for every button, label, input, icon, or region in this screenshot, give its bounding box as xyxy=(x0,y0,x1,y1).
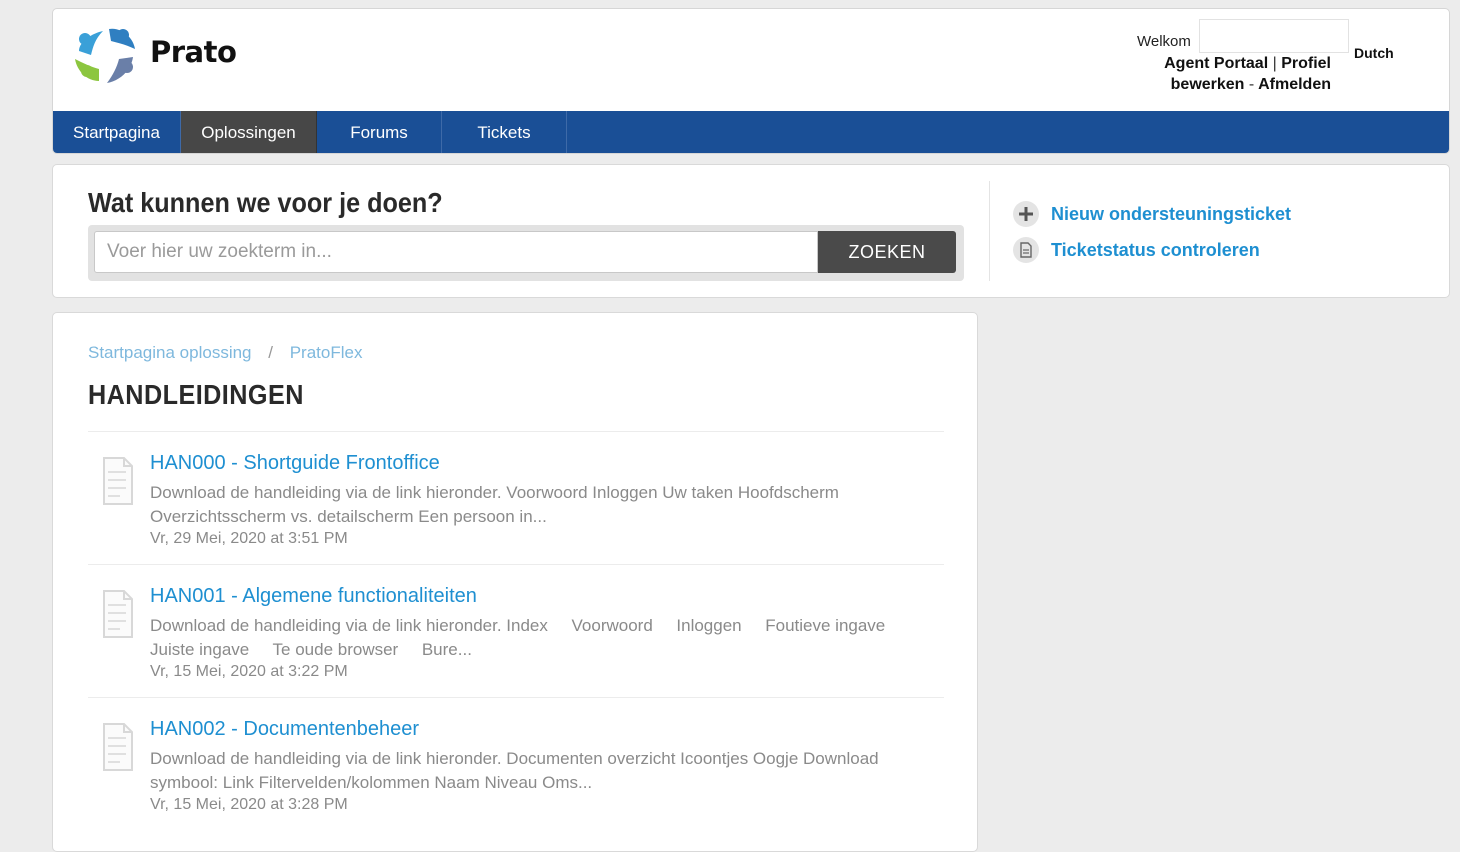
list-item: HAN002 - Documentenbeheer Download de ha… xyxy=(88,697,944,830)
main-nav: Startpagina Oplossingen Forums Tickets xyxy=(53,111,1449,153)
site-header: Prato Welkom Dutch Agent Portaal | Profi… xyxy=(52,8,1450,154)
user-links-separator: | xyxy=(1272,55,1277,72)
username-box xyxy=(1199,19,1349,53)
breadcrumb-home[interactable]: Startpagina oplossing xyxy=(88,343,252,362)
breadcrumb-separator: / xyxy=(268,343,273,362)
article-list: HAN000 - Shortguide Frontoffice Download… xyxy=(88,431,944,830)
panel-divider xyxy=(989,181,990,281)
article-document-icon xyxy=(103,590,133,638)
agent-portal-link[interactable]: Agent Portaal xyxy=(1164,55,1268,72)
search-button[interactable]: ZOEKEN xyxy=(818,231,956,273)
search-input[interactable] xyxy=(94,231,818,273)
breadcrumb: Startpagina oplossing / PratoFlex xyxy=(88,343,362,363)
article-document-icon xyxy=(103,723,133,771)
list-item: HAN000 - Shortguide Frontoffice Download… xyxy=(88,431,944,564)
article-document-icon xyxy=(103,457,133,505)
plus-icon xyxy=(1013,201,1039,227)
search-panel: Wat kunnen we voor je doen? ZOEKEN Nieuw… xyxy=(52,164,1450,298)
content-panel: Startpagina oplossing / PratoFlex HANDLE… xyxy=(52,312,978,852)
search-bar: ZOEKEN xyxy=(88,225,964,281)
article-date: Vr, 15 Mei, 2020 at 3:22 PM xyxy=(150,663,348,680)
new-ticket-link[interactable]: Nieuw ondersteuningsticket xyxy=(1051,204,1291,225)
article-description: Download de handleiding via de link hier… xyxy=(150,616,909,659)
check-status-action[interactable]: Ticketstatus controleren xyxy=(1013,237,1260,263)
nav-item-tickets[interactable]: Tickets xyxy=(442,111,567,153)
article-title-link[interactable]: HAN000 - Shortguide Frontoffice xyxy=(150,452,440,475)
brand-name[interactable]: Prato xyxy=(150,35,237,69)
check-status-link[interactable]: Ticketstatus controleren xyxy=(1051,240,1260,261)
article-description: Download de handleiding via de link hier… xyxy=(150,483,844,526)
new-ticket-action[interactable]: Nieuw ondersteuningsticket xyxy=(1013,201,1291,227)
article-date: Vr, 29 Mei, 2020 at 3:51 PM xyxy=(150,530,348,547)
nav-item-startpagina[interactable]: Startpagina xyxy=(53,111,181,153)
language-selector[interactable]: Dutch xyxy=(1354,45,1394,61)
article-title-link[interactable]: HAN002 - Documentenbeheer xyxy=(150,718,419,741)
nav-item-oplossingen[interactable]: Oplossingen xyxy=(181,111,317,153)
page-title: HANDLEIDINGEN xyxy=(88,379,304,410)
user-links: Agent Portaal | Profiel bewerken - Afmel… xyxy=(1153,53,1331,95)
user-links-separator: - xyxy=(1248,76,1255,93)
article-date: Vr, 15 Mei, 2020 at 3:28 PM xyxy=(150,796,348,813)
breadcrumb-current[interactable]: PratoFlex xyxy=(290,343,363,362)
logout-link[interactable]: Afmelden xyxy=(1258,76,1331,93)
article-title-link[interactable]: HAN001 - Algemene functionaliteiten xyxy=(150,585,477,608)
list-item: HAN001 - Algemene functionaliteiten Down… xyxy=(88,564,944,697)
prato-logo-icon[interactable] xyxy=(73,21,137,85)
welcome-label: Welkom xyxy=(1137,33,1191,50)
document-icon xyxy=(1013,237,1039,263)
article-description: Download de handleiding via de link hier… xyxy=(150,749,884,792)
nav-item-forums[interactable]: Forums xyxy=(317,111,442,153)
search-title: Wat kunnen we voor je doen? xyxy=(88,187,443,218)
